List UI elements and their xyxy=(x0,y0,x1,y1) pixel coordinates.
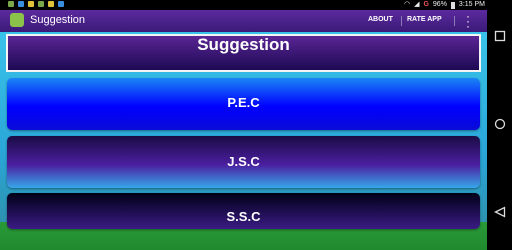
jsc-button[interactable]: J.S.C xyxy=(7,136,480,188)
action-bar: Suggestion ABOUT RATE APP · · · xyxy=(0,10,487,32)
android-notification-icon xyxy=(8,1,14,7)
divider xyxy=(401,16,402,26)
app-notification-icon xyxy=(58,1,64,7)
android-notification-icon xyxy=(38,1,44,7)
battery-icon xyxy=(450,1,455,9)
navigation-bar xyxy=(487,0,512,250)
rate-app-button[interactable]: RATE APP xyxy=(407,16,442,23)
app-title: Suggestion xyxy=(30,14,86,26)
pec-button[interactable]: P.E.C xyxy=(7,78,480,130)
battery-percent: 96% xyxy=(432,1,447,8)
divider xyxy=(454,16,455,26)
app-notification-icon xyxy=(28,1,34,7)
system-icons: ◠ ◢ G 96% 3:15 PM xyxy=(404,0,485,10)
main-content: Suggestion P.E.C J.S.C S.S.C xyxy=(0,32,487,250)
about-button[interactable]: ABOUT xyxy=(368,16,393,23)
clock: 3:15 PM xyxy=(458,1,485,8)
page-title: Suggestion xyxy=(6,34,481,72)
ssc-button[interactable]: S.S.C xyxy=(7,193,480,229)
status-bar: ◠ ◢ G 96% 3:15 PM xyxy=(0,0,487,10)
signal-icon: ◢ xyxy=(414,1,420,8)
home-circle-icon[interactable] xyxy=(493,118,506,133)
overflow-menu-icon[interactable]: · · · xyxy=(466,10,470,32)
wifi-icon: ◠ xyxy=(403,1,411,8)
jsc-label: J.S.C xyxy=(227,154,260,169)
g-icon: G xyxy=(423,1,429,8)
ssc-label: S.S.C xyxy=(226,209,261,224)
app-notification-icon xyxy=(18,1,24,7)
notification-icons xyxy=(8,1,64,7)
app-logo-icon xyxy=(10,13,24,27)
recents-square-icon[interactable] xyxy=(493,30,506,45)
back-triangle-icon[interactable] xyxy=(493,206,506,221)
app-notification-icon xyxy=(48,1,54,7)
pec-label: P.E.C xyxy=(227,95,260,110)
